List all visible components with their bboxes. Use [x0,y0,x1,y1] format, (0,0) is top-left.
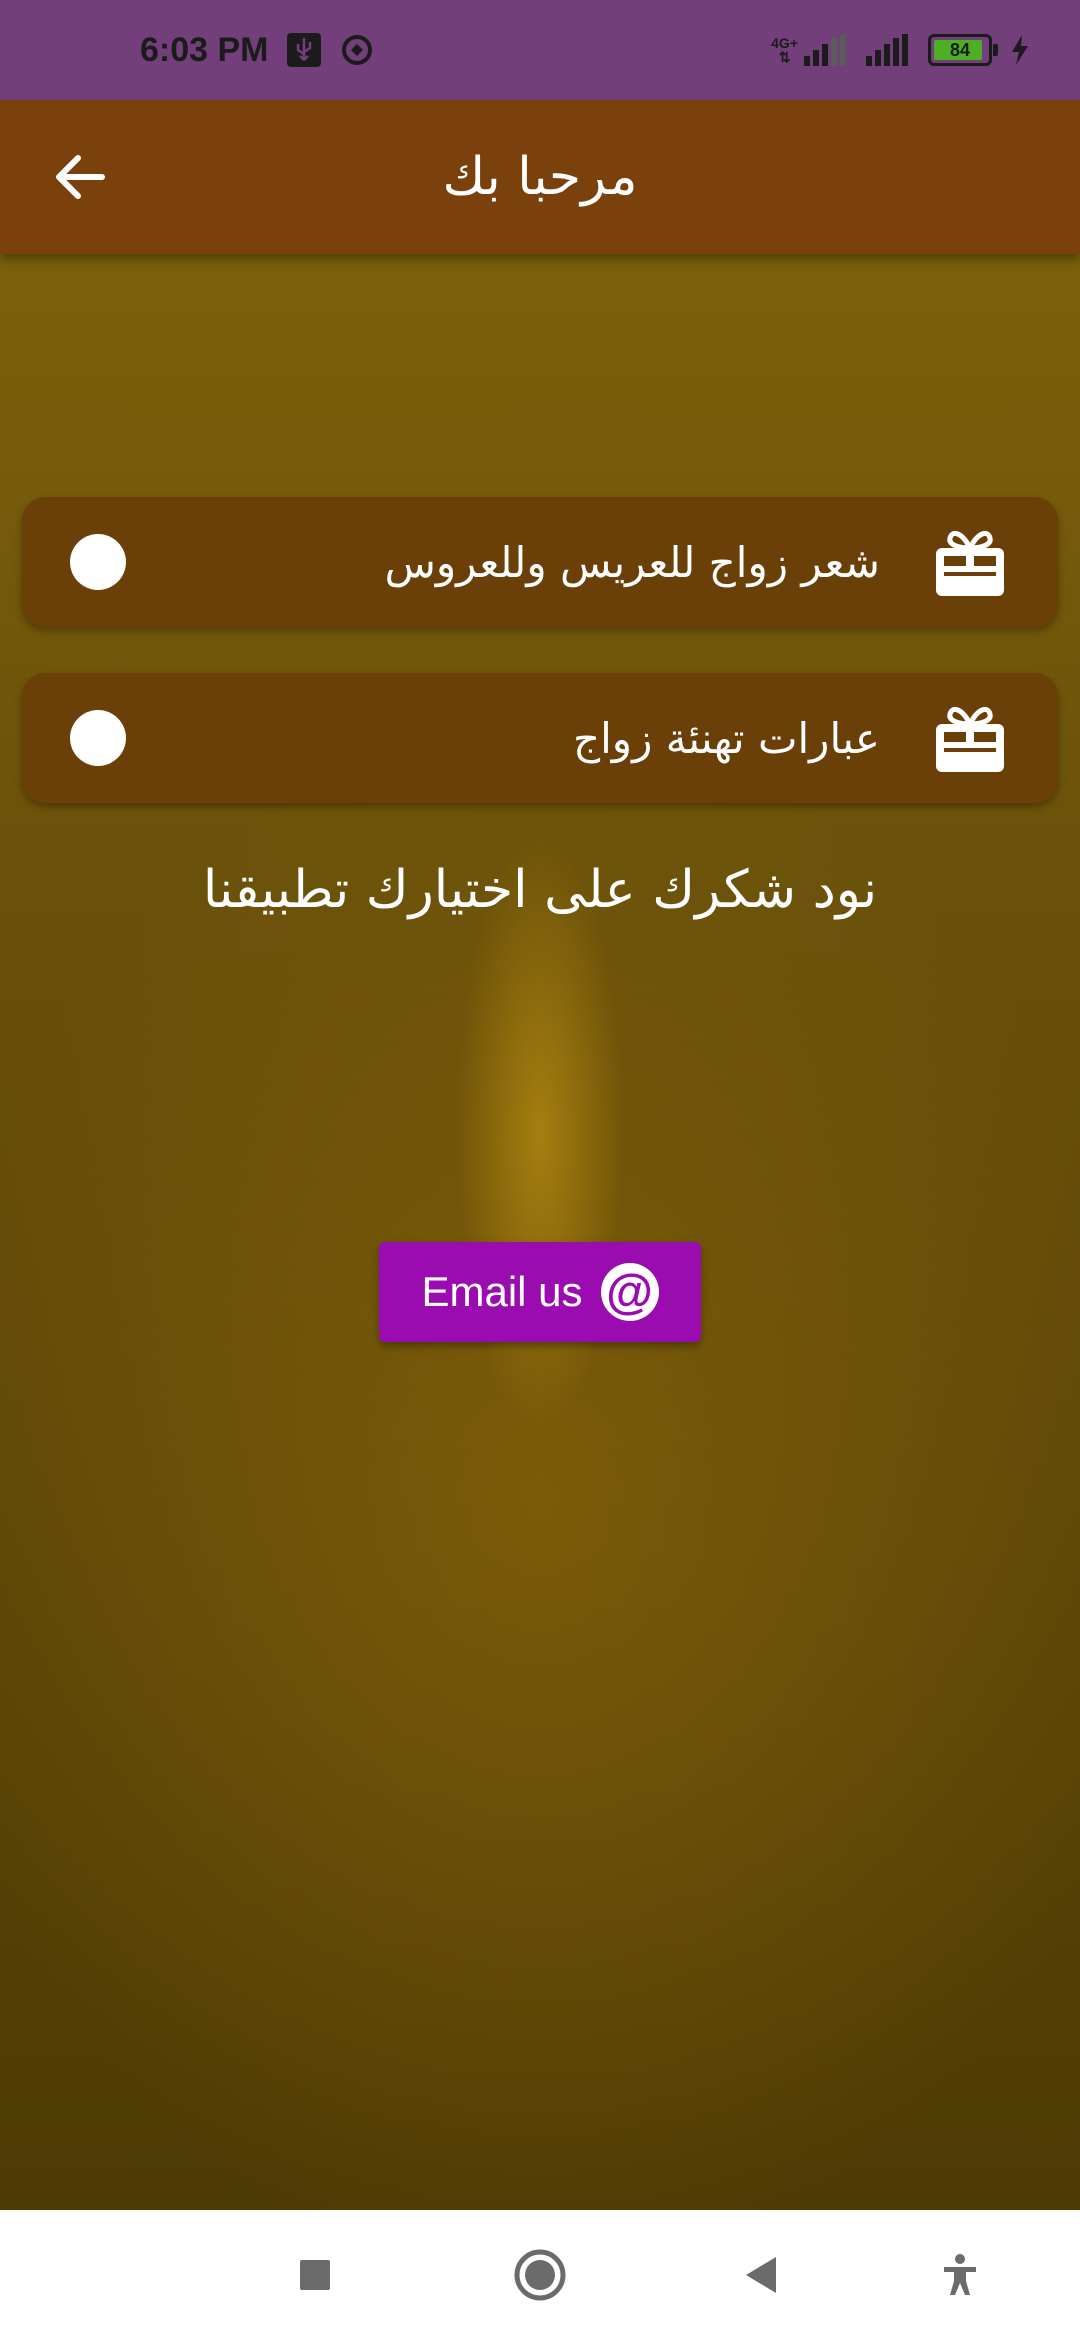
sync-icon [341,35,372,65]
battery-level: 84 [949,39,971,60]
radio-button[interactable] [70,534,126,590]
network-type: 4G+ ⇅ [771,36,798,64]
signal-icon [804,34,846,66]
accessibility-icon [944,2254,976,2295]
option-card-greetings[interactable]: عبارات تهنئة زواج [22,673,1058,803]
at-icon: @ [600,1263,659,1321]
option-card-poetry[interactable]: شعر زواج للعريس وللعروس [22,497,1058,627]
app-bar: مرحبا بك [0,100,1080,254]
square-icon [300,2260,330,2290]
status-right: 4G+ ⇅ 84 [771,0,1030,100]
nav-back-button[interactable] [725,2240,795,2310]
option-label: عبارات تهنئة زواج [573,713,880,763]
gift-icon [936,706,1004,772]
gift-icon [936,530,1004,596]
status-left: 6:03 PM [140,0,375,100]
accessibility-button[interactable] [925,2240,995,2310]
radio-button[interactable] [70,710,126,766]
email-us-button[interactable]: Email us @ [379,1242,701,1342]
status-bar: 6:03 PM 4G+ ⇅ 84 [0,0,1080,100]
back-triangle-icon [746,2257,776,2293]
option-label: شعر زواج للعريس وللعروس [384,537,880,587]
home-circle-icon [514,2249,566,2301]
status-time: 6:03 PM [140,30,269,69]
recents-button[interactable] [280,2240,350,2310]
usb-icon [286,33,321,67]
network-type-label: 4G+ [771,35,798,51]
home-button[interactable] [505,2240,575,2310]
navigation-bar [0,2210,1080,2340]
data-arrows-icon: ⇅ [778,49,791,65]
email-button-label: Email us [421,1268,583,1315]
signal-icon-2 [866,34,908,66]
thanks-message: نود شكرك على اختيارك تطبيقنا [202,860,878,920]
charging-icon [1012,35,1028,65]
page-title: مرحبا بك [442,147,638,207]
battery-icon: 84 [928,34,998,66]
